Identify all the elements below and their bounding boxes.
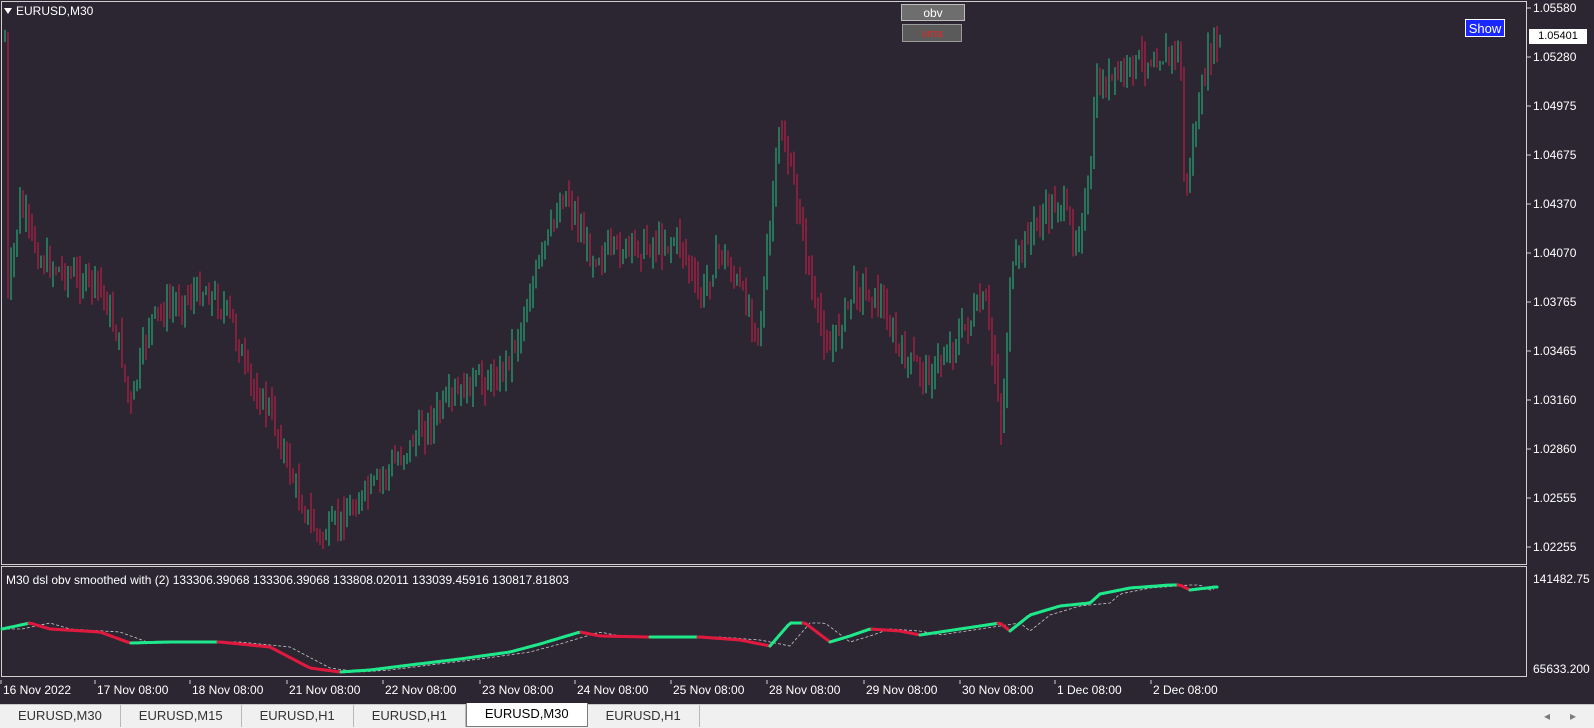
- price-tick-label: 1.03465: [1533, 344, 1577, 358]
- price-tick-label: 1.04070: [1533, 246, 1577, 260]
- tab-eurusd-m30-active[interactable]: EURUSD,M30: [465, 703, 588, 727]
- time-tick-label: 22 Nov 08:00: [385, 683, 457, 697]
- time-tick-label: 21 Nov 08:00: [289, 683, 361, 697]
- price-tick-label: 1.05580: [1533, 1, 1577, 15]
- tab-eurusd-h1-3[interactable]: EURUSD,H1: [588, 705, 700, 727]
- tab-eurusd-h1-2[interactable]: EURUSD,H1: [354, 705, 466, 727]
- tab-eurusd-h1-1[interactable]: EURUSD,H1: [242, 705, 354, 727]
- price-tick-label: 1.02555: [1533, 491, 1577, 505]
- price-tick-label: 1.03765: [1533, 295, 1577, 309]
- price-tick-label: 1.05280: [1533, 50, 1577, 64]
- indicator-min-label: 65633.200: [1533, 662, 1590, 676]
- scroll-left-icon[interactable]: ◂: [1544, 705, 1550, 727]
- collapse-triangle-icon[interactable]: [4, 8, 12, 14]
- obv-button[interactable]: obv: [901, 4, 965, 21]
- price-tick-label: 1.04370: [1533, 197, 1577, 211]
- symbol-text: EURUSD,M30: [16, 4, 94, 18]
- show-button[interactable]: Show: [1465, 19, 1505, 37]
- obv-signal-line: [2, 584, 1215, 673]
- time-tick-label: 29 Nov 08:00: [866, 683, 938, 697]
- price-tick-label: 1.02860: [1533, 442, 1577, 456]
- price-tick-label: 1.04675: [1533, 148, 1577, 162]
- chart-area[interactable]: 1.05580 1.05280 1.04975 1.04675 1.04370 1.040…: [0, 0, 1594, 697]
- symbol-timeframe-label: EURUSD,M30: [4, 4, 93, 18]
- price-chart[interactable]: 1.05580 1.05280 1.04975 1.04675 1.04370 1.040…: [0, 0, 1594, 566]
- time-tick-label: 1 Dec 08:00: [1057, 683, 1122, 697]
- time-tick-label: 16 Nov 2022: [3, 683, 71, 697]
- tab-scroll-arrows: ◂ ▸: [1544, 705, 1594, 727]
- price-tick-label: 1.02255: [1533, 540, 1577, 554]
- time-tick-label: 25 Nov 08:00: [673, 683, 745, 697]
- indicator-max-label: 141482.75: [1533, 572, 1590, 586]
- price-tick-label: 1.03160: [1533, 393, 1577, 407]
- time-tick-label: 2 Dec 08:00: [1153, 683, 1218, 697]
- time-tick-label: 30 Nov 08:00: [962, 683, 1034, 697]
- time-tick-label: 24 Nov 08:00: [577, 683, 649, 697]
- time-tick-label: 28 Nov 08:00: [769, 683, 841, 697]
- current-price-label: 1.05401: [1529, 29, 1587, 44]
- time-tick-label: 17 Nov 08:00: [97, 683, 169, 697]
- chart-tab-bar: EURUSD,M30 EURUSD,M15 EURUSD,H1 EURUSD,H…: [0, 703, 1594, 728]
- price-tick-label: 1.04975: [1533, 99, 1577, 113]
- time-tick-label: 23 Nov 08:00: [482, 683, 554, 697]
- indicator-label: M30 dsl obv smoothed with (2) 133306.390…: [6, 573, 569, 587]
- scroll-right-icon[interactable]: ▸: [1570, 705, 1576, 727]
- tab-eurusd-m15[interactable]: EURUSD,M15: [121, 705, 242, 727]
- uma-button[interactable]: uma: [902, 24, 962, 42]
- time-tick-label: 18 Nov 08:00: [192, 683, 264, 697]
- candles-group: [4, 25, 1221, 550]
- time-axis: 16 Nov 2022 17 Nov 08:00 18 Nov 08:00 21 No…: [0, 680, 1218, 697]
- tab-eurusd-m30-1[interactable]: EURUSD,M30: [0, 705, 121, 727]
